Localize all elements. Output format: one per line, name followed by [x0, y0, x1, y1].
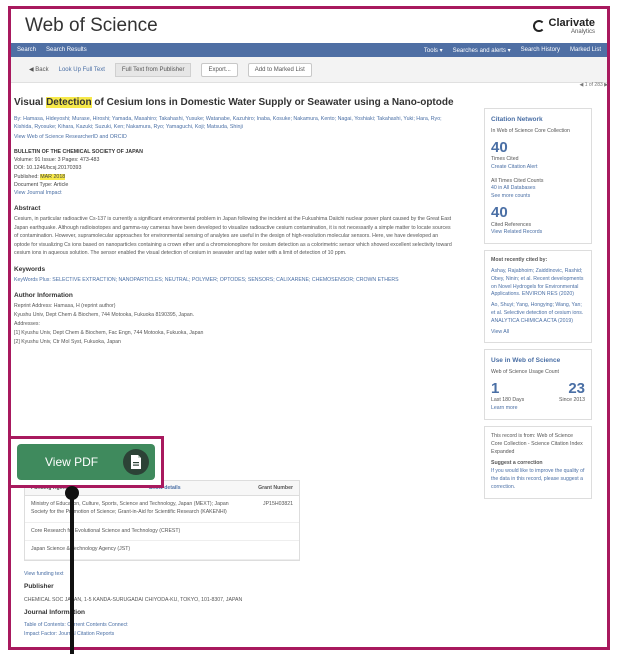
recently-cited-card: Most recently cited by: Ashay, Rajabhoim…: [484, 250, 592, 344]
researcher-id-link[interactable]: View Web of Science ResearcherID and ORC…: [14, 134, 454, 140]
create-alert-link[interactable]: Create Citation Alert: [491, 164, 585, 172]
main-navbar: Search Search Results Tools ▾ Searches a…: [11, 43, 607, 57]
see-more-counts-link[interactable]: See more counts: [491, 193, 585, 201]
cited-references-label: Cited References: [491, 221, 532, 228]
pdf-download-icon: [123, 449, 149, 475]
add-marked-list-button[interactable]: Add to Marked List: [247, 62, 312, 77]
reprint-address: Reprint Address: Hamasa, H (reprint auth…: [14, 303, 116, 310]
suggest-correction-link[interactable]: If you would like to improve the quality…: [491, 468, 585, 491]
view-pdf-highlight: View PDF: [8, 436, 164, 488]
app-header: Web of Science Clarivate Analytics: [11, 9, 607, 43]
grant-number: JP15H03821: [263, 501, 293, 507]
times-cited-label: Times Cited: [491, 156, 519, 163]
back-button[interactable]: ◀ Back: [29, 66, 49, 73]
funding-agency: Ministry of Education, Culture, Sports, …: [31, 501, 229, 515]
record-title: Visual Detection of Cesium Ions in Domes…: [14, 97, 454, 108]
record-main: Visual Detection of Cesium Ions in Domes…: [14, 96, 454, 347]
cited-references-count[interactable]: 40: [491, 205, 585, 222]
publisher-full-text-button[interactable]: Full Text from Publisher: [114, 62, 192, 77]
publication-meta: BULLETIN OF THE CHEMICAL SOCIETY OF JAPA…: [14, 148, 454, 197]
table-row: Japan Science & Technology Agency (JST): [25, 541, 299, 561]
record-source-card: This record is from: Web of Science Core…: [484, 425, 592, 499]
logo-subtitle: Analytics: [570, 28, 595, 35]
publisher-info: CHEMICAL SOC JAPAN, 1-5 KANDA-SURUGADAI …: [24, 596, 243, 603]
citation-network-sub: In Web of Science Core Collection: [491, 127, 570, 134]
recent-citation-1[interactable]: Ashay, Rajabhoim; Zaiddinovic, Rashid; O…: [491, 268, 585, 299]
citation-network-heading: Citation Network: [491, 116, 543, 123]
nav-search[interactable]: Search: [17, 47, 36, 53]
abstract-heading: Abstract: [14, 205, 41, 213]
document-type: Document Type: Article: [14, 181, 69, 188]
journal-name[interactable]: BULLETIN OF THE CHEMICAL SOCIETY OF JAPA…: [14, 149, 143, 155]
usage-180-count: 1: [491, 379, 500, 397]
journal-info-heading: Journal Information: [24, 609, 86, 617]
all-databases-link[interactable]: 40 in All Databases: [491, 185, 585, 193]
times-cited-count[interactable]: 40: [491, 139, 585, 157]
record-toolbar: ◀ Back Look Up Full Text Full Text from …: [11, 57, 607, 83]
impact-factor-link[interactable]: Impact Factor: Journal Citation Reports: [24, 630, 444, 638]
all-times-label: All Times Cited Counts: [491, 177, 544, 184]
logo-name: Clarivate: [548, 16, 595, 29]
usage-2013-label: Since 2013: [559, 397, 585, 404]
keywords-list[interactable]: KeyWords Plus: SELECTIVE EXTRACTION; NAN…: [14, 276, 454, 284]
record-source-text: This record is from: Web of Science Core…: [491, 432, 583, 455]
brand-title[interactable]: Web of Science: [25, 15, 158, 37]
usage-subheading: Web of Science Usage Count: [491, 369, 559, 376]
citation-network-card: Citation Network In Web of Science Core …: [484, 108, 592, 245]
suggest-heading: Suggest a correction: [491, 460, 543, 467]
nav-searches-alerts[interactable]: Searches and alerts ▾: [453, 47, 511, 54]
usage-2013-count: 23: [568, 379, 585, 397]
addresses-heading: Addresses:: [14, 321, 40, 328]
abstract-text: Cesium, in particular radioactive Cs-137…: [14, 216, 452, 257]
table-row: Ministry of Education, Culture, Sports, …: [25, 496, 299, 523]
doi-info: DOI: 10.1246/bcsj.20170393: [14, 165, 82, 172]
funding-agency: Japan Science & Technology Agency (JST): [31, 546, 131, 553]
author-list[interactable]: By: Hamasa, Hideyoshi; Murase, Hiroshi; …: [14, 115, 454, 132]
keywords-heading: Keywords: [14, 266, 46, 274]
usage-card: Use in Web of Science Web of Science Usa…: [484, 349, 592, 420]
usage-heading: Use in Web of Science: [491, 357, 561, 365]
address-2: [2] Kyushu Univ, Ctr Mol Syst, Fukuoka, …: [14, 338, 121, 345]
view-all-link[interactable]: View All: [491, 329, 585, 337]
right-sidebar: Citation Network In Web of Science Core …: [484, 108, 592, 505]
recent-citation-2[interactable]: Ao, Shuyi; Yang, Hongying; Wang, Yan; et…: [491, 302, 585, 325]
author-info-heading: Author Information: [14, 292, 73, 300]
publisher-heading: Publisher: [24, 583, 54, 591]
full-text-link[interactable]: Look Up Full Text: [59, 67, 105, 73]
nav-search-history[interactable]: Search History: [521, 47, 560, 54]
usage-180-label: Last 180 Days: [491, 397, 525, 404]
reprint-address-detail: Kyushu Univ, Dept Chem & Biochem, 744 Mo…: [14, 312, 195, 319]
funding-agency: Core Research for Evolutional Science an…: [31, 527, 181, 534]
record-lower: View funding text Publisher CHEMICAL SOC…: [24, 570, 444, 638]
volume-info: Volume: 91 Issue: 3 Pages: 473-483: [14, 157, 100, 164]
view-pdf-button[interactable]: View PDF: [17, 444, 155, 480]
learn-more-link[interactable]: Learn more: [491, 405, 585, 413]
clarivate-logo-icon: [532, 20, 545, 32]
nav-tools[interactable]: Tools ▾: [424, 47, 443, 54]
journal-impact-link[interactable]: View Journal Impact: [14, 189, 454, 197]
table-row: Core Research for Evolutional Science an…: [25, 523, 299, 542]
address-1: [1] Kyushu Univ, Dept Chem & Biochem, Fa…: [14, 329, 204, 336]
record-pager[interactable]: ◀ 1 of 283 ▶: [579, 82, 608, 88]
toc-link[interactable]: Table of Contents: Current Contents Conn…: [24, 621, 444, 629]
related-records-link[interactable]: View Related Records: [491, 229, 585, 237]
export-button[interactable]: Export...: [201, 62, 238, 77]
clarivate-logo[interactable]: Clarivate Analytics: [532, 16, 595, 35]
funding-text-link[interactable]: View funding text: [24, 570, 444, 578]
published-date: Published: MAR 2018: [14, 173, 66, 180]
highlight-term: Detection: [46, 97, 92, 108]
nav-search-results[interactable]: Search Results: [46, 47, 87, 53]
view-pdf-label: View PDF: [45, 455, 99, 469]
nav-marked-list[interactable]: Marked List: [570, 47, 601, 54]
pointer-line: [70, 492, 74, 654]
recently-cited-heading: Most recently cited by:: [491, 257, 548, 264]
author-info: Reprint Address: Hamasa, H (reprint auth…: [14, 302, 454, 346]
grant-number-header: Grant Number: [258, 485, 293, 491]
